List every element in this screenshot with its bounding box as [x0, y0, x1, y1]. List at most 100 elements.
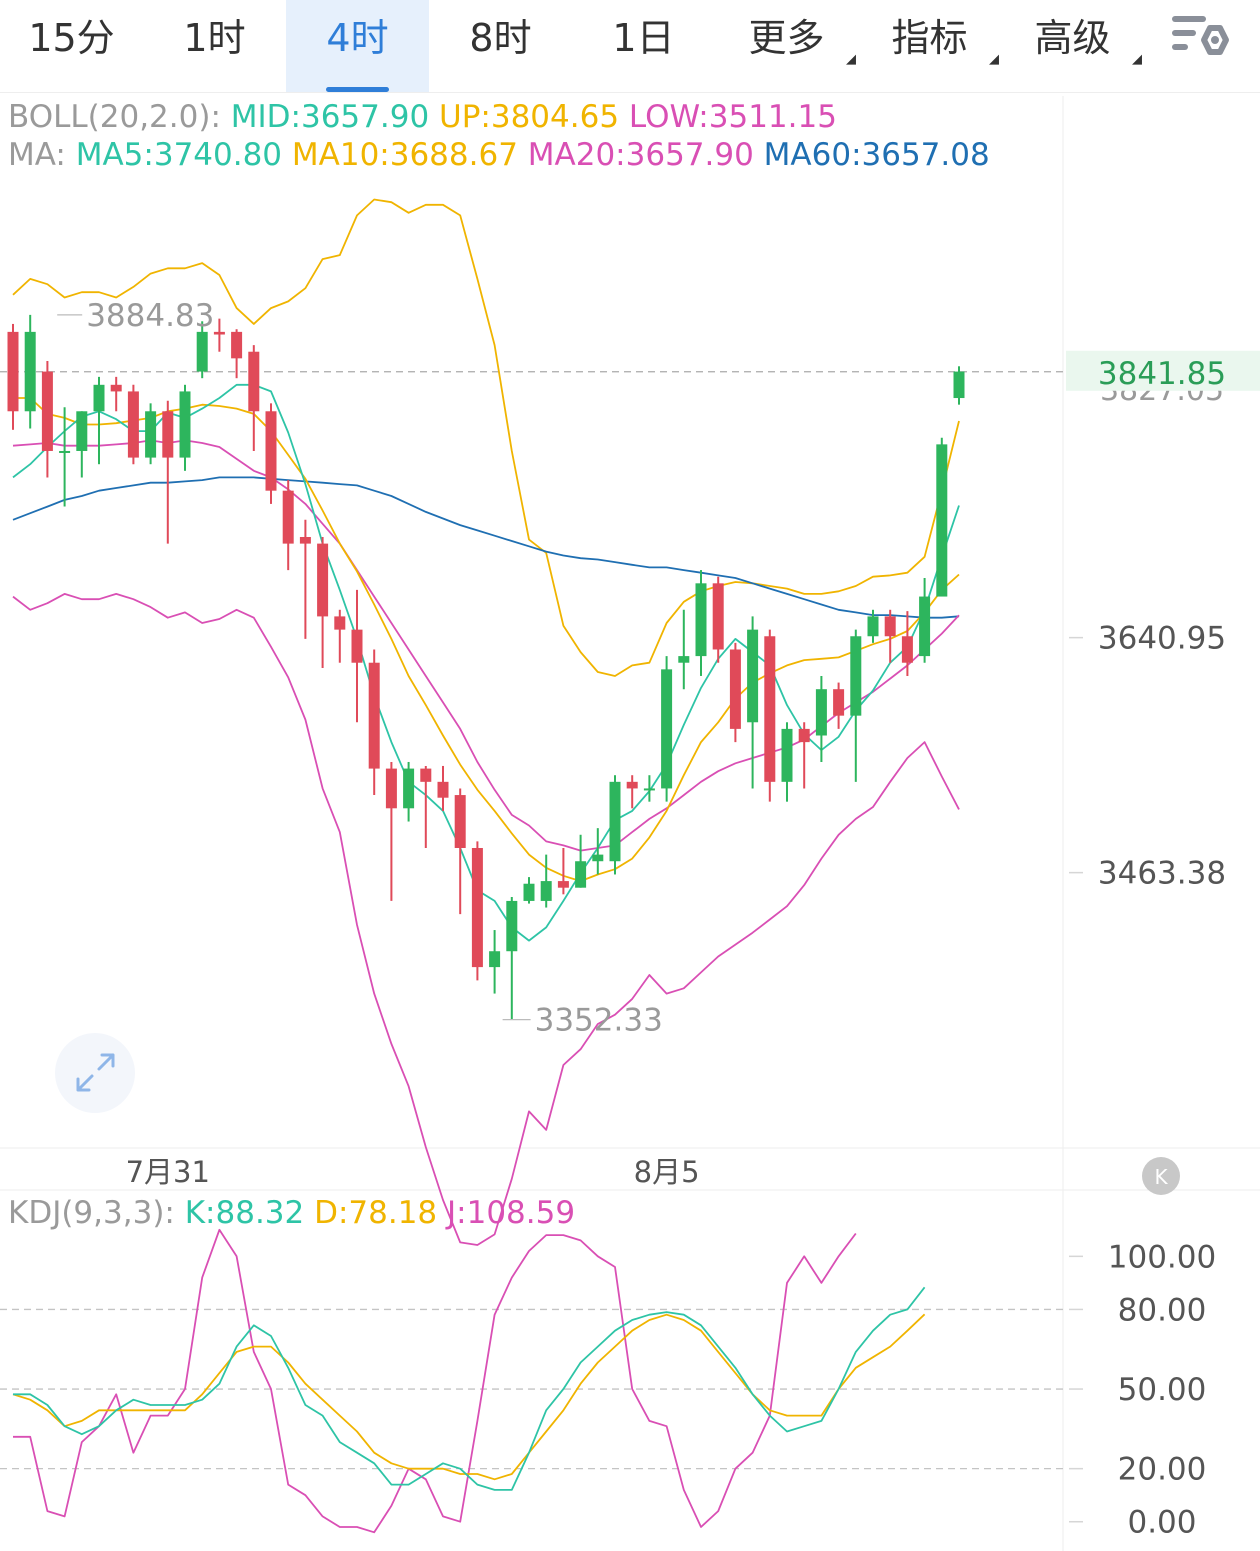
candle	[471, 841, 483, 981]
candle	[7, 323, 19, 430]
candle	[127, 384, 139, 465]
candle	[575, 834, 587, 888]
ma-legend-item: MA20:3657.90	[528, 137, 764, 173]
candle-body	[901, 636, 913, 663]
ma-legend-item: MA60:3657.08	[764, 137, 990, 173]
candle	[317, 536, 329, 669]
candle	[248, 345, 260, 451]
candle-body	[850, 636, 862, 716]
candle	[815, 675, 827, 762]
candle	[489, 930, 501, 994]
candle	[437, 765, 449, 811]
candle-body	[334, 616, 346, 630]
x-date-label: 7月31	[126, 1155, 210, 1189]
current-price-label: 3841.85	[1098, 356, 1226, 392]
candle-body	[798, 728, 810, 743]
expand-button-bg	[55, 1033, 135, 1113]
max-price-label: 3884.83	[86, 298, 214, 334]
x-date-label: 8月5	[634, 1155, 700, 1189]
candle-body	[781, 728, 793, 782]
candle-body	[471, 847, 483, 968]
candle	[643, 775, 655, 802]
kdj-tick-label: 20.00	[1118, 1452, 1207, 1488]
candle-body	[506, 900, 518, 952]
candle-body	[7, 331, 19, 412]
candle	[695, 570, 707, 676]
candle	[678, 609, 690, 690]
candle	[334, 609, 346, 663]
candle-body	[196, 331, 208, 372]
candle-body	[41, 371, 53, 451]
boll-legend-item: UP:3804.65	[439, 99, 629, 135]
candle-body	[592, 854, 604, 862]
candle-body	[59, 450, 71, 453]
candle-body	[351, 629, 363, 663]
candle	[93, 376, 105, 465]
candle-body	[936, 444, 948, 597]
kdj-legend-item: J:108.59	[445, 1195, 575, 1231]
ma-legend: MA: MA5:3740.80 MA10:3688.67 MA20:3657.9…	[8, 137, 990, 173]
candle-body	[661, 669, 673, 789]
candle	[231, 329, 243, 379]
kdj-legend-item: K:88.32	[185, 1195, 314, 1231]
candle-body	[747, 629, 759, 723]
candle-body	[437, 781, 449, 798]
candle	[299, 519, 311, 639]
candle	[145, 403, 157, 465]
candle-body	[454, 795, 466, 848]
candle-body	[162, 411, 174, 458]
candle-body	[884, 616, 896, 637]
candle	[850, 629, 862, 782]
candle-body	[712, 583, 724, 650]
candle-body	[213, 331, 225, 335]
min-price-label: 3352.33	[535, 1003, 663, 1039]
candle-body	[231, 331, 243, 359]
candle-body	[695, 583, 707, 657]
candle	[764, 629, 776, 802]
candle-body	[489, 951, 501, 968]
candle-body	[643, 788, 655, 791]
candle	[179, 384, 191, 471]
candle-body	[403, 768, 415, 809]
kdj-tick-label: 0.00	[1127, 1505, 1196, 1541]
boll-legend: BOLL(20,2.0): MID:3657.90 UP:3804.65 LOW…	[8, 99, 837, 135]
ma-legend-item: MA5:3740.80	[76, 137, 292, 173]
candle-body	[729, 649, 741, 729]
candle-body	[265, 411, 277, 491]
candle	[712, 576, 724, 663]
candle-body	[764, 636, 776, 782]
candle-body	[540, 881, 552, 901]
candle	[454, 788, 466, 915]
k-badge[interactable]: K	[1142, 1157, 1180, 1195]
candle-body	[248, 351, 260, 412]
candle	[884, 609, 896, 663]
candle	[901, 611, 913, 676]
boll-legend-item: LOW:3511.15	[629, 99, 837, 135]
candle-body	[145, 411, 157, 458]
candle-body	[523, 883, 535, 901]
candle-body	[299, 536, 311, 544]
candle	[506, 896, 518, 1020]
candle-body	[833, 689, 845, 716]
candle	[540, 854, 552, 908]
ma-legend-item: MA10:3688.67	[292, 137, 528, 173]
candle-body	[317, 543, 329, 617]
kdj-legend-item: D:78.18	[314, 1195, 447, 1231]
candle-body	[368, 662, 380, 769]
candle-body	[919, 596, 931, 657]
boll-mid-line	[12, 439, 960, 852]
boll-legend-item: MID:3657.90	[231, 99, 439, 135]
candle	[936, 437, 948, 597]
candle	[609, 775, 621, 875]
kline-chart[interactable]: 3640.953463.383827.053841.853884.833352.…	[0, 0, 1260, 1551]
candle-body	[385, 768, 397, 809]
candle-body	[110, 384, 122, 392]
candle	[403, 761, 415, 822]
candle	[592, 828, 604, 875]
expand-button[interactable]	[55, 1033, 135, 1113]
candle	[351, 589, 363, 723]
candle-body	[953, 371, 965, 399]
kdj-j-line	[13, 1228, 857, 1534]
ma-legend-prefix: MA:	[8, 137, 76, 173]
ma5-line	[12, 383, 960, 942]
